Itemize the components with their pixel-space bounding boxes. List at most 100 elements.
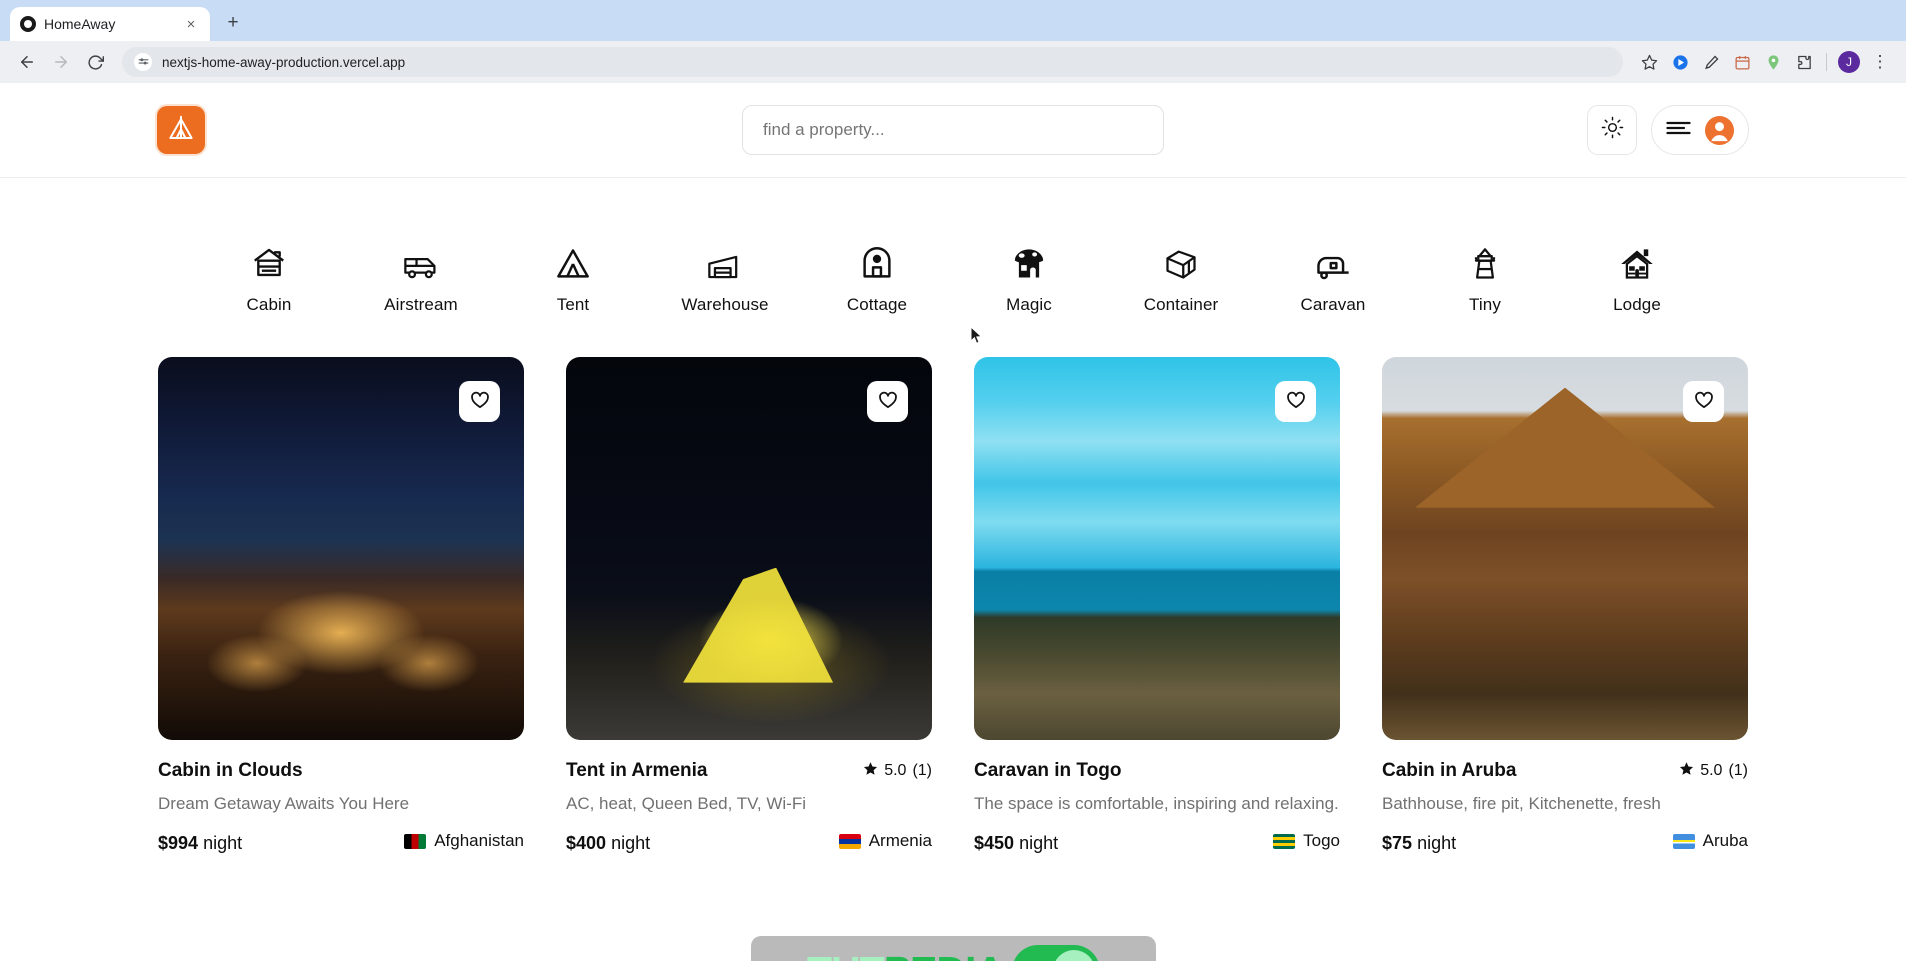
category-label: Container bbox=[1143, 295, 1219, 314]
mouse-cursor bbox=[970, 325, 984, 351]
category-tent[interactable]: Tent bbox=[497, 244, 649, 315]
warehouse-icon bbox=[706, 244, 744, 282]
theme-toggle-button[interactable] bbox=[1587, 105, 1637, 155]
category-lodge[interactable]: Lodge bbox=[1561, 244, 1713, 315]
browser-menu-icon[interactable]: ⋮ bbox=[1866, 48, 1894, 76]
listing-description: Dream Getaway Awaits You Here bbox=[158, 794, 410, 813]
listing-info: Cabin in Clouds Dream Getaway Awaits You… bbox=[158, 740, 524, 854]
user-avatar-icon[interactable] bbox=[1704, 115, 1735, 146]
profile-avatar[interactable]: J bbox=[1835, 48, 1863, 76]
favorite-button[interactable] bbox=[867, 381, 908, 422]
listing-description: AC, heat, Queen Bed, TV, Wi-Fi bbox=[566, 794, 807, 813]
site-logo[interactable] bbox=[157, 106, 205, 154]
homeaway-favicon-icon bbox=[20, 16, 36, 32]
star-icon bbox=[863, 761, 878, 781]
lodge-cabin-icon bbox=[1618, 244, 1656, 282]
listing-rating: 5.0 (1) bbox=[1679, 761, 1748, 781]
listing-photo[interactable] bbox=[158, 357, 524, 740]
heart-icon bbox=[1694, 390, 1714, 413]
listing-photo[interactable] bbox=[566, 357, 932, 740]
category-filter-row: Cabin Airstream Tent Warehouse Cottage M… bbox=[0, 178, 1906, 315]
container-box-icon bbox=[1163, 244, 1199, 282]
heart-icon bbox=[1286, 390, 1306, 413]
country-flag-icon bbox=[1273, 833, 1296, 849]
listing-info: Tent in Armenia 5.0 (1) AC, heat, Queen … bbox=[566, 740, 932, 854]
browser-chrome: HomeAway × + nextjs-home-away-production… bbox=[0, 0, 1906, 83]
listing-card[interactable]: Caravan in Togo The space is comfortable… bbox=[974, 357, 1340, 854]
country-flag-icon bbox=[838, 833, 861, 849]
price-unit: night bbox=[1019, 832, 1059, 853]
browser-assistant-icon[interactable] bbox=[1666, 48, 1694, 76]
rating-value: 5.0 bbox=[1700, 762, 1723, 779]
bookmark-star-icon[interactable] bbox=[1635, 48, 1663, 76]
category-container[interactable]: Container bbox=[1105, 244, 1257, 315]
reload-icon[interactable] bbox=[80, 47, 110, 77]
listing-title: Cabin in Aruba bbox=[1382, 760, 1517, 781]
listings-grid: Cabin in Clouds Dream Getaway Awaits You… bbox=[0, 315, 1906, 854]
category-label: Warehouse bbox=[681, 295, 769, 314]
category-warehouse[interactable]: Warehouse bbox=[649, 244, 801, 315]
listing-card[interactable]: Tent in Armenia 5.0 (1) AC, heat, Queen … bbox=[566, 357, 932, 854]
listing-description: The space is comfortable, inspiring and … bbox=[974, 794, 1339, 813]
tiny-tower-icon bbox=[1468, 244, 1502, 282]
tutpedia-watermark: TUT PEDIA bbox=[751, 936, 1156, 961]
address-bar[interactable]: nextjs-home-away-production.vercel.app bbox=[122, 47, 1623, 77]
listing-country: Togo bbox=[1273, 831, 1340, 851]
country-name: Aruba bbox=[1702, 831, 1748, 850]
listing-price: $400 night bbox=[566, 833, 650, 854]
price-unit: night bbox=[203, 832, 243, 853]
category-cottage[interactable]: Cottage bbox=[801, 244, 953, 315]
price-amount: $400 bbox=[566, 832, 607, 853]
category-label: Cottage bbox=[846, 295, 908, 314]
profile-initial: J bbox=[1838, 51, 1860, 73]
favorite-button[interactable] bbox=[1275, 381, 1316, 422]
rating-value: 5.0 bbox=[884, 762, 907, 779]
listing-card[interactable]: Cabin in Clouds Dream Getaway Awaits You… bbox=[158, 357, 524, 854]
category-label: Magic bbox=[1006, 295, 1052, 314]
category-caravan[interactable]: Caravan bbox=[1257, 244, 1409, 315]
category-tiny[interactable]: Tiny bbox=[1409, 244, 1561, 315]
category-cabin[interactable]: Cabin bbox=[193, 244, 345, 315]
user-menu-button[interactable] bbox=[1651, 105, 1749, 155]
country-flag-icon bbox=[1672, 833, 1695, 849]
category-magic[interactable]: Magic bbox=[953, 244, 1105, 315]
url-text: nextjs-home-away-production.vercel.app bbox=[162, 54, 406, 70]
listing-description: Bathhouse, fire pit, Kitchenette, fresh bbox=[1382, 794, 1661, 813]
header-actions bbox=[1587, 105, 1749, 155]
location-pin-icon[interactable] bbox=[1759, 48, 1787, 76]
listing-info: Cabin in Aruba 5.0 (1) Bathhouse, fire p… bbox=[1382, 740, 1748, 854]
caravan-trailer-icon bbox=[1314, 244, 1352, 282]
hamburger-menu-icon[interactable] bbox=[1665, 120, 1691, 141]
back-icon[interactable] bbox=[12, 47, 42, 77]
calendar-icon[interactable] bbox=[1728, 48, 1756, 76]
site-settings-icon[interactable] bbox=[134, 53, 152, 71]
watermark-text-light: TUT bbox=[807, 948, 885, 961]
tab-strip: HomeAway × + bbox=[0, 0, 1906, 41]
extensions-puzzle-icon[interactable] bbox=[1790, 48, 1818, 76]
category-label: Tiny bbox=[1469, 295, 1501, 314]
new-tab-button[interactable]: + bbox=[218, 8, 248, 38]
tab-title: HomeAway bbox=[44, 16, 116, 32]
listing-photo[interactable] bbox=[1382, 357, 1748, 740]
search-input[interactable] bbox=[742, 105, 1164, 155]
heart-icon bbox=[470, 390, 490, 413]
listing-photo[interactable] bbox=[974, 357, 1340, 740]
price-unit: night bbox=[1417, 832, 1457, 853]
forward-icon[interactable] bbox=[46, 47, 76, 77]
listing-price: $994 night bbox=[158, 833, 242, 854]
listing-rating: 5.0 (1) bbox=[863, 761, 932, 781]
review-count: (1) bbox=[1728, 762, 1748, 779]
listing-country: Afghanistan bbox=[404, 831, 524, 851]
close-icon[interactable]: × bbox=[182, 15, 200, 33]
pen-icon[interactable] bbox=[1697, 48, 1725, 76]
browser-tab[interactable]: HomeAway × bbox=[10, 7, 210, 41]
favorite-button[interactable] bbox=[1683, 381, 1724, 422]
listing-info: Caravan in Togo The space is comfortable… bbox=[974, 740, 1340, 854]
category-label: Lodge bbox=[1613, 295, 1661, 314]
category-airstream[interactable]: Airstream bbox=[345, 244, 497, 315]
favorite-button[interactable] bbox=[459, 381, 500, 422]
listing-card[interactable]: Cabin in Aruba 5.0 (1) Bathhouse, fire p… bbox=[1382, 357, 1748, 854]
star-icon bbox=[1679, 761, 1694, 781]
watermark-text-bold: PEDIA bbox=[884, 948, 1005, 961]
browser-toolbar: nextjs-home-away-production.vercel.app J… bbox=[0, 41, 1906, 83]
